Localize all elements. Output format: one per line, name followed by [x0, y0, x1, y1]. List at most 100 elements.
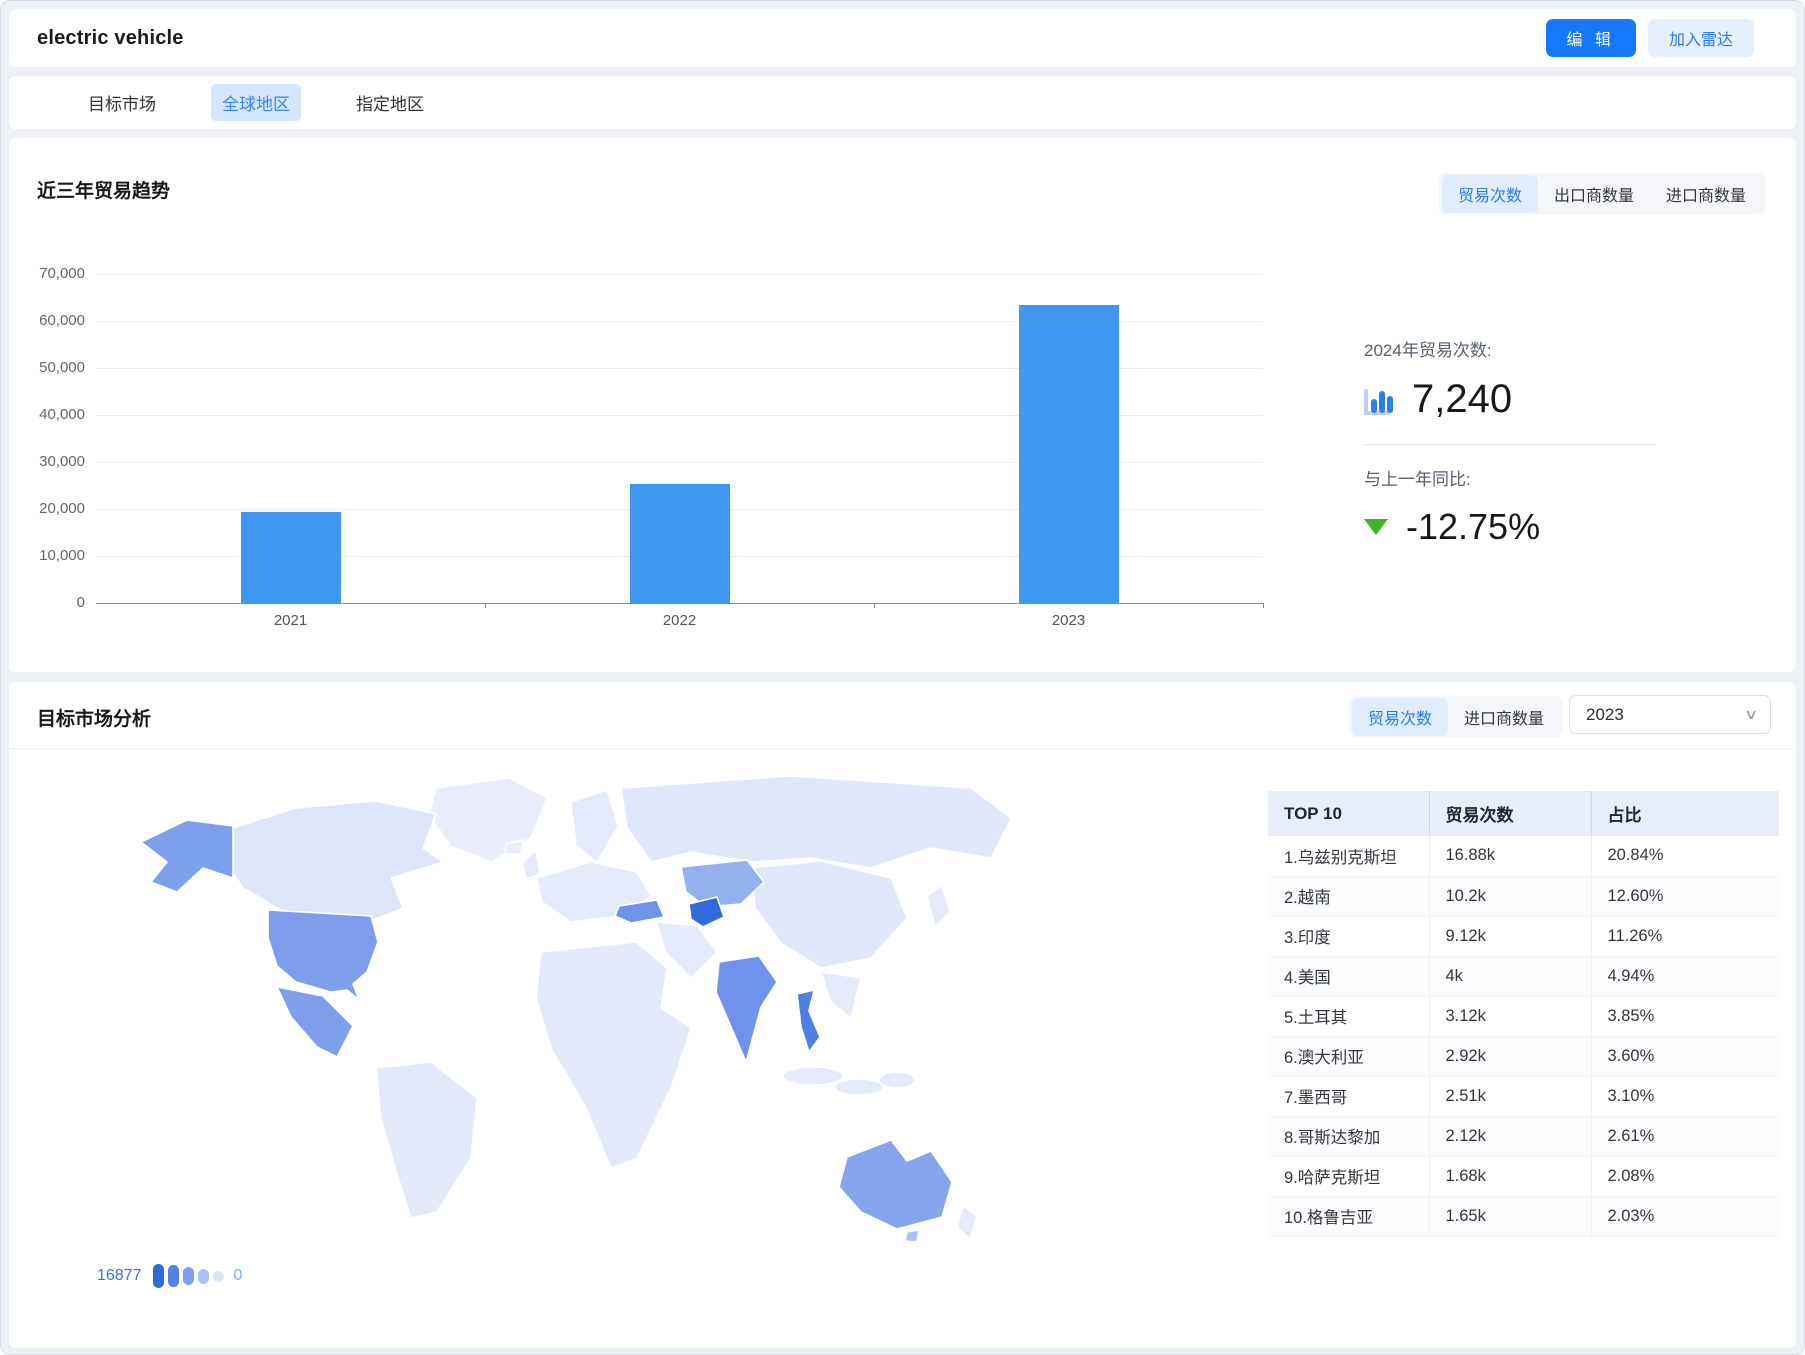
country-cell: 9.哈萨克斯坦: [1268, 1156, 1429, 1196]
top10-row: 10.格鲁吉亚1.65k2.03%: [1268, 1196, 1779, 1236]
trades-cell: 2.12k: [1429, 1116, 1591, 1156]
map-uk: [523, 851, 540, 879]
add-to-radar-button[interactable]: 加入雷达: [1648, 19, 1754, 57]
page-title: electric vehicle: [37, 27, 184, 50]
top10-row: 1.乌兹别克斯坦16.88k20.84%: [1268, 836, 1779, 876]
top10-row: 4.美国4k4.94%: [1268, 956, 1779, 996]
map-vietnam: [797, 990, 820, 1052]
map-legend: 16877 0: [97, 1262, 242, 1290]
share-cell: 3.10%: [1591, 1076, 1779, 1116]
trades-cell: 1.68k: [1429, 1156, 1591, 1196]
yoy-value: -12.75%: [1406, 506, 1540, 548]
top10-col-header-2: 占比: [1591, 791, 1779, 836]
top10-col-header-0: TOP 10: [1268, 791, 1429, 836]
bar-chart-icon: [1364, 385, 1394, 415]
country-cell: 2.越南: [1268, 876, 1429, 916]
top10-row: 5.土耳其3.12k3.85%: [1268, 996, 1779, 1036]
legend-scale-pill: [198, 1269, 209, 1284]
share-cell: 3.60%: [1591, 1036, 1779, 1076]
top10-row: 7.墨西哥2.51k3.10%: [1268, 1076, 1779, 1116]
country-cell: 10.格鲁吉亚: [1268, 1196, 1429, 1236]
share-cell: 2.61%: [1591, 1116, 1779, 1156]
top10-row: 9.哈萨克斯坦1.68k2.08%: [1268, 1156, 1779, 1196]
trades-cell: 9.12k: [1429, 916, 1591, 956]
trades-cell: 1.65k: [1429, 1196, 1591, 1236]
page-header: electric vehicle 编 辑 加入雷达: [9, 9, 1796, 67]
app-window: electric vehicle 编 辑 加入雷达 目标市场全球地区指定地区 近…: [0, 0, 1805, 1355]
market-section-title: 目标市场分析: [37, 704, 151, 731]
map-mexico: [277, 987, 353, 1057]
map-new-zealand: [957, 1206, 977, 1239]
country-cell: 3.印度: [1268, 916, 1429, 956]
map-africa: [536, 942, 691, 1168]
trades-cell: 10.2k: [1429, 876, 1591, 916]
map-alaska: [141, 820, 233, 892]
map-uzbekistan: [689, 897, 724, 927]
y-axis-tick-label: 70,000: [9, 265, 85, 282]
x-axis-category-label: 2022: [620, 612, 740, 629]
region-tabbar: 目标市场 全球地区 指定地区: [9, 76, 1796, 129]
x-axis-tick: [874, 603, 875, 608]
y-axis-tick-label: 0: [9, 594, 85, 611]
tab-0[interactable]: 目标市场: [77, 84, 167, 121]
current-year-trades-value: 7,240: [1412, 377, 1512, 422]
share-cell: 11.26%: [1591, 916, 1779, 956]
y-axis-tick-label: 30,000: [9, 453, 85, 470]
map-indonesia-1: [783, 1067, 843, 1085]
trend-stats-panel: 2024年贸易次数: 7,240 与上一年同比: -12.75%: [1364, 336, 1664, 548]
map-china: [751, 861, 907, 968]
header-actions: 编 辑 加入雷达: [1546, 19, 1754, 57]
country-cell: 4.美国: [1268, 956, 1429, 996]
top10-col-header-1: 贸易次数: [1429, 791, 1591, 836]
market-section-header: 目标市场分析 贸易次数进口商数量 2023 ∨: [9, 682, 1796, 749]
year-select-value: 2023: [1586, 705, 1624, 725]
share-cell: 2.03%: [1591, 1196, 1779, 1236]
tab-2[interactable]: 指定地区: [345, 84, 435, 121]
map-australia: [839, 1140, 952, 1229]
bar-2022[interactable]: [630, 484, 730, 603]
legend-max: 16877: [97, 1267, 142, 1285]
current-year-trades-label: 2024年贸易次数:: [1364, 336, 1664, 361]
x-axis-tick: [1263, 603, 1264, 608]
country-cell: 8.哥斯达黎加: [1268, 1116, 1429, 1156]
top10-table-header-row: TOP 10贸易次数占比: [1268, 791, 1779, 836]
map-usa: [268, 910, 378, 1000]
trades-cell: 3.12k: [1429, 996, 1591, 1036]
map-se-asia: [821, 972, 861, 1018]
share-cell: 2.08%: [1591, 1156, 1779, 1196]
legend-scale-pill: [168, 1265, 179, 1287]
top10-row: 2.越南10.2k12.60%: [1268, 876, 1779, 916]
map-greenland: [429, 778, 547, 862]
market-toggle-1[interactable]: 进口商数量: [1448, 698, 1560, 736]
legend-scale-pill: [213, 1271, 224, 1282]
x-axis-line: [96, 603, 1263, 604]
year-select[interactable]: 2023 ∨: [1569, 695, 1771, 734]
country-cell: 1.乌兹别克斯坦: [1268, 836, 1429, 876]
map-india: [716, 956, 777, 1062]
trades-cell: 16.88k: [1429, 836, 1591, 876]
market-toggle-0[interactable]: 贸易次数: [1352, 698, 1448, 736]
x-axis-category-label: 2023: [1009, 612, 1129, 629]
share-cell: 12.60%: [1591, 876, 1779, 916]
map-indonesia-3: [879, 1072, 915, 1088]
arrow-down-icon: [1364, 519, 1388, 535]
bar-2021[interactable]: [241, 512, 341, 603]
share-cell: 4.94%: [1591, 956, 1779, 996]
trades-cell: 4k: [1429, 956, 1591, 996]
top10-table: TOP 10贸易次数占比 1.乌兹别克斯坦16.88k20.84%2.越南10.…: [1268, 791, 1779, 1237]
country-cell: 5.土耳其: [1268, 996, 1429, 1036]
market-section: 目标市场分析 贸易次数进口商数量 2023 ∨: [9, 682, 1796, 1348]
tab-1[interactable]: 全球地区: [211, 84, 301, 121]
edit-button[interactable]: 编 辑: [1546, 19, 1636, 57]
stats-divider: [1364, 444, 1656, 445]
trades-cell: 2.92k: [1429, 1036, 1591, 1076]
map-russia: [621, 776, 1011, 868]
chevron-down-icon: ∨: [1744, 706, 1758, 723]
top10-row: 6.澳大利亚2.92k3.60%: [1268, 1036, 1779, 1076]
chart-gridline: [96, 274, 1263, 275]
top10-row: 3.印度9.12k11.26%: [1268, 916, 1779, 956]
world-map[interactable]: [91, 766, 1111, 1246]
trades-cell: 2.51k: [1429, 1076, 1591, 1116]
share-cell: 3.85%: [1591, 996, 1779, 1036]
bar-2023[interactable]: [1019, 305, 1119, 603]
